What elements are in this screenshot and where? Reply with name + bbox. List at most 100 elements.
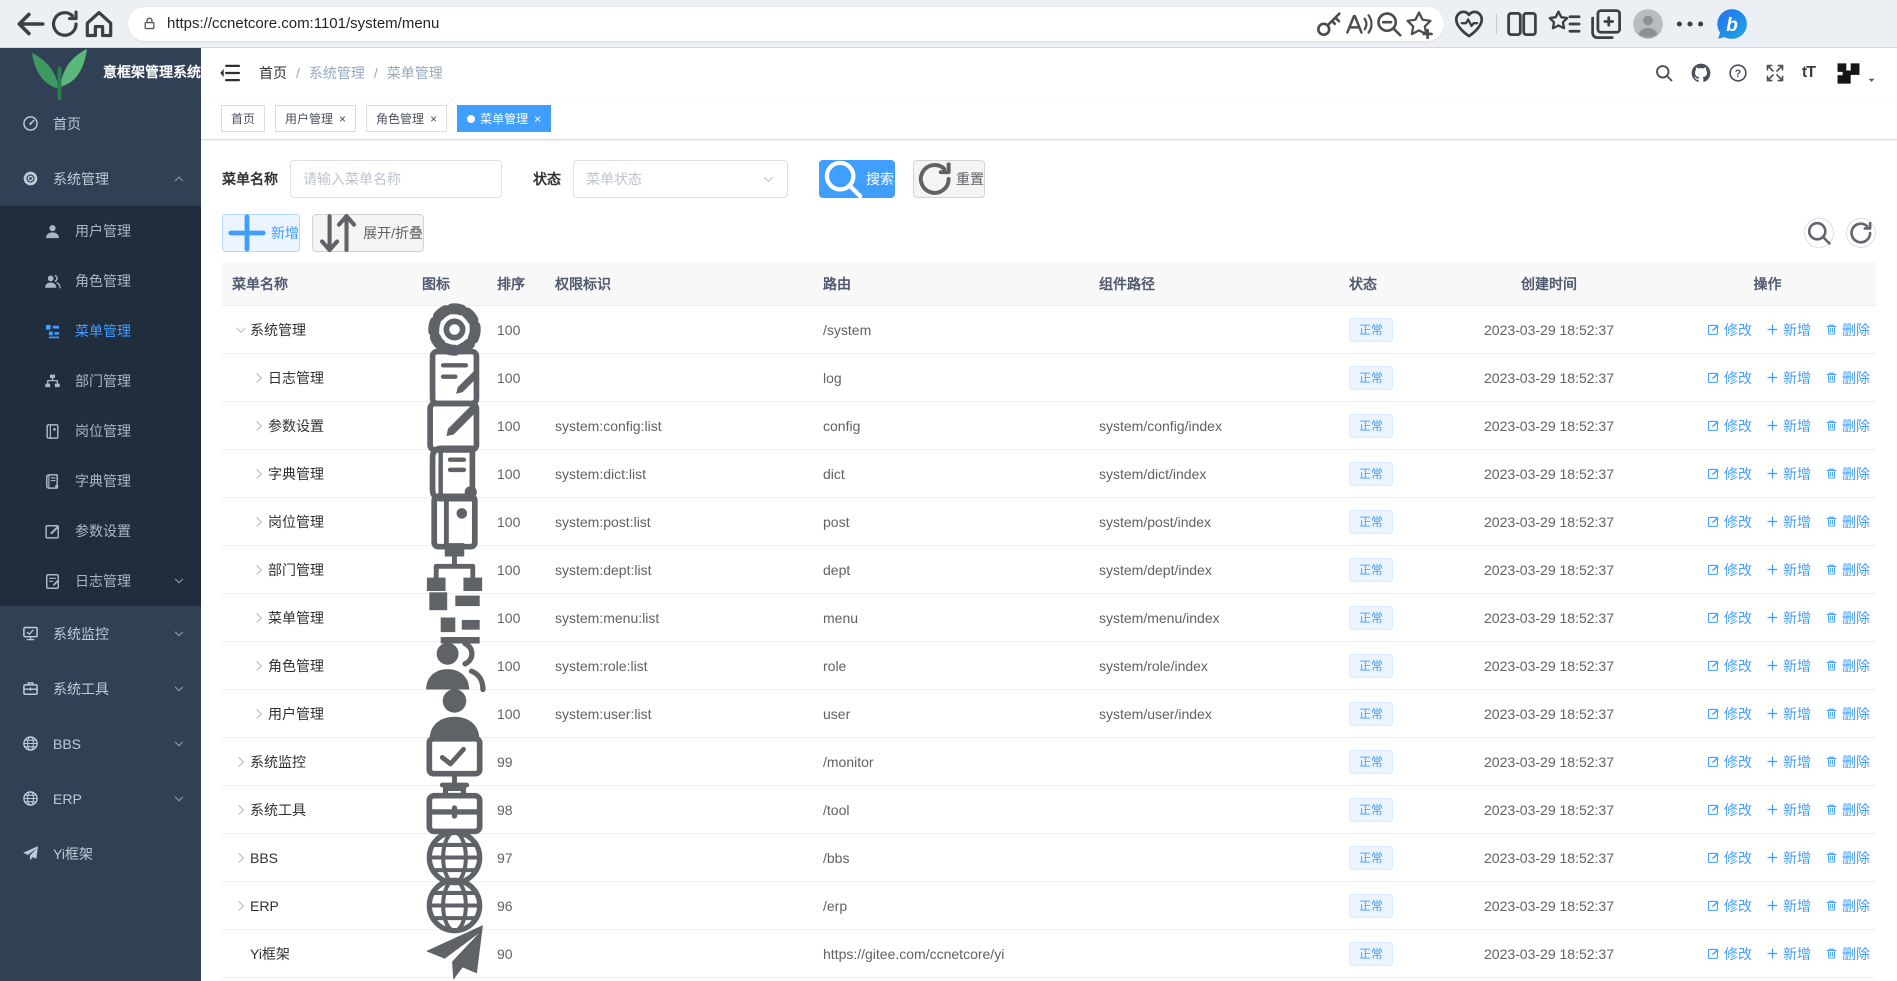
sidebar-item-系统工具[interactable]: 系统工具: [0, 661, 201, 716]
tree-expand-icon[interactable]: [250, 563, 268, 577]
sidebar-item-日志管理[interactable]: 日志管理: [0, 556, 201, 606]
edit-action-link[interactable]: 修改: [1707, 416, 1752, 436]
delete-action-link[interactable]: 删除: [1825, 656, 1870, 676]
tab-close-icon[interactable]: ×: [534, 113, 541, 125]
tree-expand-icon[interactable]: [232, 323, 250, 337]
tree-expand-icon[interactable]: [232, 803, 250, 817]
sidebar-item-用户管理[interactable]: 用户管理: [0, 206, 201, 256]
sidebar-item-角色管理[interactable]: 角色管理: [0, 256, 201, 306]
add-action-link[interactable]: 新增: [1766, 896, 1811, 916]
browser-refresh-icon[interactable]: [48, 7, 82, 41]
lock-icon[interactable]: [142, 16, 157, 31]
tree-expand-icon[interactable]: [250, 611, 268, 625]
sidebar-item-系统管理[interactable]: 系统管理: [0, 151, 201, 206]
favorites-list-icon[interactable]: [1547, 7, 1581, 41]
tree-expand-icon[interactable]: [232, 755, 250, 769]
help-icon[interactable]: ?: [1728, 63, 1748, 83]
refresh-table-button[interactable]: [1846, 218, 1876, 248]
add-action-link[interactable]: 新增: [1766, 320, 1811, 340]
add-action-link[interactable]: 新增: [1766, 656, 1811, 676]
edit-action-link[interactable]: 修改: [1707, 656, 1752, 676]
tree-expand-icon[interactable]: [250, 707, 268, 721]
edit-action-link[interactable]: 修改: [1707, 320, 1752, 340]
sidebar-item-参数设置[interactable]: 参数设置: [0, 506, 201, 556]
sidebar-item-系统监控[interactable]: 系统监控: [0, 606, 201, 661]
sidebar-collapse-icon[interactable]: [219, 62, 241, 84]
add-action-link[interactable]: 新增: [1766, 512, 1811, 532]
tree-expand-icon[interactable]: [232, 851, 250, 865]
add-action-link[interactable]: 新增: [1766, 800, 1811, 820]
tab-close-icon[interactable]: ×: [339, 113, 346, 125]
edit-action-link[interactable]: 修改: [1707, 464, 1752, 484]
address-bar[interactable]: https://ccnetcore.com:1101/system/menu: [128, 6, 1444, 41]
sidebar-item-菜单管理[interactable]: 菜单管理: [0, 306, 201, 356]
add-action-link[interactable]: 新增: [1766, 752, 1811, 772]
font-size-icon[interactable]: tT: [1802, 64, 1816, 82]
sidebar-item-ERP[interactable]: ERP: [0, 771, 201, 826]
delete-action-link[interactable]: 删除: [1825, 464, 1870, 484]
browser-home-icon[interactable]: [82, 7, 116, 41]
edit-action-link[interactable]: 修改: [1707, 896, 1752, 916]
tab-用户管理[interactable]: 用户管理 ×: [275, 105, 357, 132]
add-action-link[interactable]: 新增: [1766, 704, 1811, 724]
tree-expand-icon[interactable]: [250, 467, 268, 481]
reset-button[interactable]: 重置: [913, 160, 985, 198]
edit-action-link[interactable]: 修改: [1707, 368, 1752, 388]
add-action-link[interactable]: 新增: [1766, 608, 1811, 628]
edit-action-link[interactable]: 修改: [1707, 704, 1752, 724]
edit-action-link[interactable]: 修改: [1707, 848, 1752, 868]
show-search-button[interactable]: [1804, 218, 1834, 248]
delete-action-link[interactable]: 删除: [1825, 752, 1870, 772]
split-screen-icon[interactable]: [1505, 7, 1539, 41]
app-logo[interactable]: 意框架管理系统: [0, 48, 201, 100]
github-icon[interactable]: [1691, 63, 1711, 83]
delete-action-link[interactable]: 删除: [1825, 800, 1870, 820]
delete-action-link[interactable]: 删除: [1825, 416, 1870, 436]
edit-action-link[interactable]: 修改: [1707, 800, 1752, 820]
favorite-star-icon[interactable]: [1404, 9, 1434, 39]
add-action-link[interactable]: 新增: [1766, 560, 1811, 580]
delete-action-link[interactable]: 删除: [1825, 512, 1870, 532]
tree-expand-icon[interactable]: [250, 515, 268, 529]
expand-collapse-button[interactable]: 展开/折叠: [312, 214, 424, 252]
add-action-link[interactable]: 新增: [1766, 944, 1811, 964]
browser-essentials-icon[interactable]: [1452, 7, 1486, 41]
delete-action-link[interactable]: 删除: [1825, 608, 1870, 628]
sidebar-item-岗位管理[interactable]: 岗位管理: [0, 406, 201, 456]
tab-首页[interactable]: 首页: [221, 105, 266, 132]
sidebar-item-Yi框架[interactable]: Yi框架: [0, 826, 201, 881]
edit-action-link[interactable]: 修改: [1707, 608, 1752, 628]
password-key-icon[interactable]: [1314, 9, 1344, 39]
sidebar-item-部门管理[interactable]: 部门管理: [0, 356, 201, 406]
url-text[interactable]: https://ccnetcore.com:1101/system/menu: [167, 15, 1314, 32]
bing-chat-icon[interactable]: b: [1715, 7, 1749, 41]
tree-expand-icon[interactable]: [250, 371, 268, 385]
search-icon[interactable]: [1654, 63, 1674, 83]
user-caret-down-icon[interactable]: [1866, 75, 1877, 86]
delete-action-link[interactable]: 删除: [1825, 368, 1870, 388]
menu-name-input[interactable]: [290, 160, 502, 198]
delete-action-link[interactable]: 删除: [1825, 848, 1870, 868]
delete-action-link[interactable]: 删除: [1825, 560, 1870, 580]
add-button[interactable]: 新增: [222, 214, 300, 252]
search-button[interactable]: 搜索: [819, 160, 895, 199]
edit-action-link[interactable]: 修改: [1707, 512, 1752, 532]
breadcrumb-item[interactable]: 首页: [259, 63, 287, 83]
add-action-link[interactable]: 新增: [1766, 416, 1811, 436]
add-action-link[interactable]: 新增: [1766, 368, 1811, 388]
tab-close-icon[interactable]: ×: [430, 113, 437, 125]
read-aloud-icon[interactable]: [1344, 9, 1374, 39]
sidebar-item-BBS[interactable]: BBS: [0, 716, 201, 771]
user-logo-avatar[interactable]: [1835, 60, 1862, 87]
status-select[interactable]: 菜单状态: [573, 160, 788, 198]
add-action-link[interactable]: 新增: [1766, 848, 1811, 868]
browser-back-icon[interactable]: [14, 7, 48, 41]
fullscreen-icon[interactable]: [1765, 63, 1785, 83]
tree-expand-icon[interactable]: [232, 899, 250, 913]
profile-avatar[interactable]: [1631, 7, 1665, 41]
delete-action-link[interactable]: 删除: [1825, 704, 1870, 724]
delete-action-link[interactable]: 删除: [1825, 944, 1870, 964]
edit-action-link[interactable]: 修改: [1707, 752, 1752, 772]
delete-action-link[interactable]: 删除: [1825, 896, 1870, 916]
sidebar-item-首页[interactable]: 首页: [0, 96, 201, 151]
